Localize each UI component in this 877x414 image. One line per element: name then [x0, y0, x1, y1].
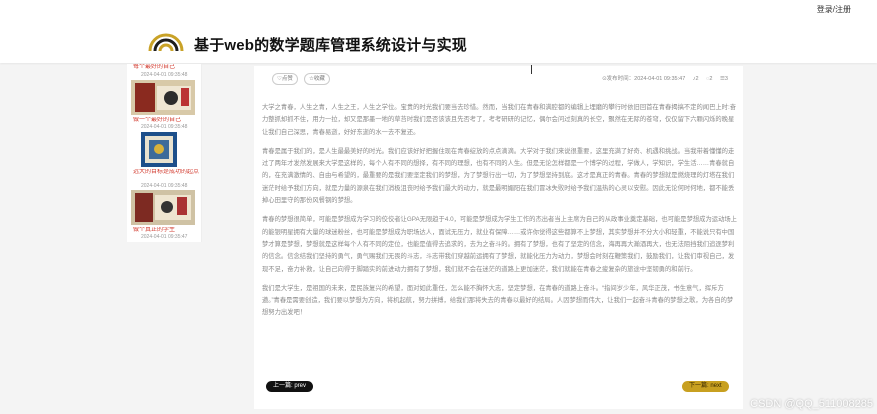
article-paragraph: 青春的梦想很简单，可能是梦想成为学习的佼佼者让GPA无限趋于4.0，可能是梦想成…	[262, 216, 737, 273]
article-paragraph: 我们是大学生，是祖国的未来，是民族复兴的希望，面对如此重任，怎么能不胸怀大志，坚…	[262, 284, 734, 317]
prev-article-button[interactable]: 上一篇: prev	[266, 381, 314, 392]
login-register-link[interactable]: 登录/注册	[817, 4, 851, 15]
sidebar-related-list: 每个最好的自己 2024-04-01 09:35:48 做一个最好的自己 202…	[127, 64, 202, 242]
sidebar-item-title[interactable]: 做一个最好的自己	[133, 117, 199, 124]
thumbnail-image[interactable]	[131, 80, 195, 115]
site-logo-icon	[148, 33, 184, 52]
article-body: 大学之青春，人生之青，人生之王，人生之学位。宝贵的时光我们要当去珍惜。然而，当我…	[262, 102, 738, 327]
sidebar-item-date: 2024-04-01 09:35:48	[141, 72, 188, 78]
watermark: CSDN @QQ_511008285	[750, 398, 873, 410]
site-title: 基于web的数学题库管理系统设计与实现	[194, 37, 467, 54]
sidebar-item-date: 2024-04-01 09:35:47	[141, 234, 188, 240]
sidebar-item-title[interactable]: 每个最好的自己	[133, 64, 199, 72]
sidebar-item-date: 2024-04-01 09:35:48	[141, 183, 188, 189]
view-count: ☰3	[720, 76, 728, 82]
publish-time: ⊙发布时间：2024-04-01 09:35:47	[602, 76, 686, 82]
sidebar-item-date: 2024-04-01 09:35:48	[141, 124, 188, 130]
site-header: 登录/注册 基于web的数学题库管理系统设计与实现	[0, 0, 877, 63]
sidebar-item-title[interactable]: 远大的目标是成功的起点	[133, 169, 199, 183]
text-cursor-icon	[531, 65, 535, 74]
comment-count: ◌2	[706, 76, 713, 82]
article-meta-row: ♡点赞 ☆收藏 ⊙发布时间：2024-04-01 09:35:47 ♪2 ◌2 …	[272, 73, 728, 85]
thumbnail-image[interactable]	[131, 190, 195, 225]
like-count: ♪2	[692, 76, 699, 82]
sidebar-item-title[interactable]: 做个真正的学生	[133, 227, 199, 234]
next-article-button[interactable]: 下一篇: next	[682, 381, 729, 392]
like-button[interactable]: ♡点赞	[272, 73, 298, 85]
article-stats: ⊙发布时间：2024-04-01 09:35:47 ♪2 ◌2 ☰3	[596, 74, 728, 82]
article-panel: ♡点赞 ☆收藏 ⊙发布时间：2024-04-01 09:35:47 ♪2 ◌2 …	[254, 66, 743, 409]
article-paragraph: 大学之青春，人生之青，人生之王，人生之学位。宝贵的时光我们要当去珍惜。然而，当我…	[262, 104, 737, 136]
thumbnail-image[interactable]	[141, 132, 177, 167]
article-paragraph: 青春是属于我们的，是人生最最美好的时光。我们应该好好把握住现在青春绽放的点点滴滴…	[262, 147, 735, 205]
favorite-button[interactable]: ☆收藏	[304, 73, 330, 85]
